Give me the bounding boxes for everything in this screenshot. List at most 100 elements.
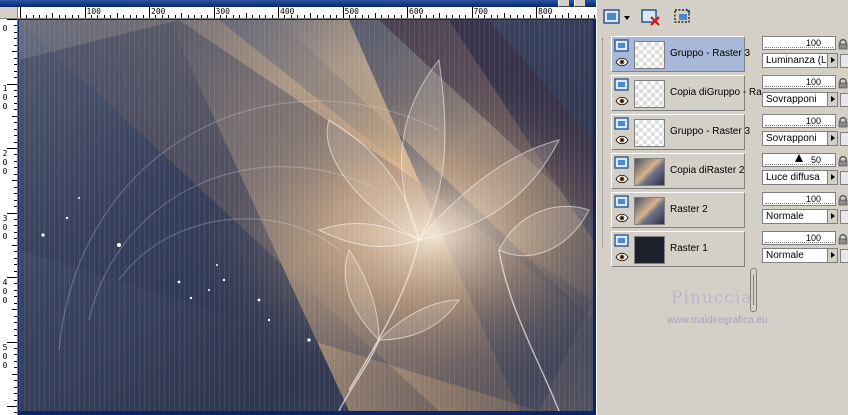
ruler-tick [561, 15, 563, 18]
layer-row[interactable]: Copia diRaster 2 [611, 153, 745, 189]
opacity-value: 50 [810, 155, 821, 165]
opacity-track [765, 85, 833, 87]
visibility-eye-icon[interactable] [615, 252, 629, 262]
ruler-tick [394, 15, 396, 18]
transparency-lock-icon[interactable] [838, 194, 848, 206]
ruler-tick [14, 347, 17, 349]
layer-link-button[interactable] [840, 210, 848, 224]
blend-mode-dropdown[interactable]: Luminanza (L) [762, 53, 838, 68]
ruler-tick [84, 7, 86, 18]
layer-row[interactable]: Raster 2 [611, 192, 745, 228]
blend-mode-dropdown[interactable]: Normale [762, 209, 838, 224]
ruler-tick [14, 122, 17, 124]
blend-mode-dropdown[interactable]: Luce diffusa [762, 170, 838, 185]
ruler-label: 600 [409, 7, 424, 16]
ruler-tick [7, 212, 17, 214]
ruler-tick [587, 15, 589, 18]
new-layer-button[interactable] [601, 6, 631, 28]
ruler-tick [323, 15, 325, 18]
transparency-lock-icon[interactable] [838, 116, 848, 128]
transparency-lock-icon[interactable] [838, 77, 848, 89]
visibility-eye-icon[interactable] [615, 213, 629, 223]
dropdown-arrow-icon[interactable] [827, 132, 837, 145]
layer-link-button[interactable] [840, 93, 848, 107]
visibility-eye-icon[interactable] [615, 135, 629, 145]
dropdown-arrow-icon[interactable] [827, 249, 837, 262]
ruler-tick [14, 283, 17, 285]
ruler-tick [278, 7, 279, 18]
layer-link-button[interactable] [840, 132, 848, 146]
ruler-tick [426, 15, 428, 18]
ruler-tick [14, 25, 17, 27]
ruler-label: 0 [2, 287, 8, 296]
visibility-eye-icon[interactable] [615, 174, 629, 184]
ruler-tick [581, 15, 583, 18]
visibility-eye-icon[interactable] [615, 96, 629, 106]
dropdown-arrow-icon[interactable] [827, 210, 837, 223]
dropdown-arrow-icon[interactable] [827, 171, 837, 184]
ruler-tick [14, 225, 17, 227]
opacity-slider[interactable]: 50 [762, 153, 836, 167]
layers-palette: Gruppo - Raster 3 Copia diGruppo - Ra Grup… [596, 0, 848, 415]
ruler-tick [14, 102, 17, 104]
maximize-button[interactable] [558, 0, 570, 7]
opacity-value: 100 [805, 233, 821, 243]
ruler-label: 1 [2, 84, 8, 93]
opacity-slider[interactable]: 100 [762, 231, 836, 245]
ruler-tick [12, 309, 17, 311]
ruler-tick [258, 15, 260, 18]
ruler-tick [174, 15, 176, 18]
layer-link-button[interactable] [840, 171, 848, 185]
delete-layer-button[interactable] [639, 6, 661, 28]
ruler-tick [310, 13, 312, 18]
transparency-lock-icon[interactable] [838, 155, 848, 167]
ruler-tick [342, 7, 344, 18]
dropdown-arrow-icon[interactable] [827, 54, 837, 67]
layer-row[interactable]: Gruppo - Raster 3 [611, 114, 750, 150]
close-button[interactable] [574, 0, 586, 7]
ruler-tick [14, 154, 17, 156]
blend-mode-dropdown[interactable]: Sovrapponi [762, 92, 838, 107]
opacity-slider[interactable]: 100 [762, 75, 836, 89]
ruler-tick [303, 15, 305, 18]
ruler-tick [12, 244, 17, 246]
mask-button[interactable] [671, 6, 693, 28]
group-tree-line [602, 38, 608, 248]
layer-link-button[interactable] [840, 54, 848, 68]
layer-row[interactable]: Raster 1 [611, 231, 745, 267]
app-window: 100 200 300 400 500 600 700 800 010020030040050… [0, 0, 848, 415]
ruler-tick [14, 141, 17, 143]
ruler-label: 0 [2, 223, 8, 232]
transparency-lock-icon[interactable] [838, 233, 848, 245]
ruler-tick [14, 296, 17, 298]
artwork-canvas[interactable] [19, 20, 593, 411]
opacity-slider[interactable]: 100 [762, 192, 836, 206]
blend-mode-value: Sovrapponi [766, 94, 817, 105]
layer-link-button[interactable] [840, 249, 848, 263]
opacity-slider[interactable]: 100 [762, 114, 836, 128]
ruler-tick [14, 167, 17, 169]
dropdown-arrow-icon[interactable] [827, 93, 837, 106]
ruler-tick [523, 15, 525, 18]
ruler-tick [65, 15, 67, 18]
ruler-tick [297, 15, 299, 18]
horizontal-ruler: 100 200 300 400 500 600 700 800 [18, 7, 596, 19]
layer-row[interactable]: Gruppo - Raster 3 [611, 36, 750, 72]
layers-toolbar [597, 0, 848, 34]
transparency-lock-icon[interactable] [838, 38, 848, 50]
ruler-tick [7, 19, 17, 20]
ruler-tick [39, 15, 41, 18]
ruler-tick [14, 193, 17, 195]
ruler-tick [142, 15, 144, 18]
ruler-tick [207, 15, 209, 18]
opacity-slider[interactable]: 100 [762, 36, 836, 50]
ruler-label: 4 [2, 278, 8, 287]
visibility-eye-icon[interactable] [615, 57, 629, 67]
layer-row[interactable]: Copia diGruppo - Ra [611, 75, 762, 111]
ruler-tick [432, 15, 434, 18]
opacity-value: 100 [805, 77, 821, 87]
blend-mode-dropdown[interactable]: Normale [762, 248, 838, 263]
layer-thumbnail [634, 158, 665, 186]
new-raster-layer-icon [603, 9, 630, 24]
blend-mode-dropdown[interactable]: Sovrapponi [762, 131, 838, 146]
